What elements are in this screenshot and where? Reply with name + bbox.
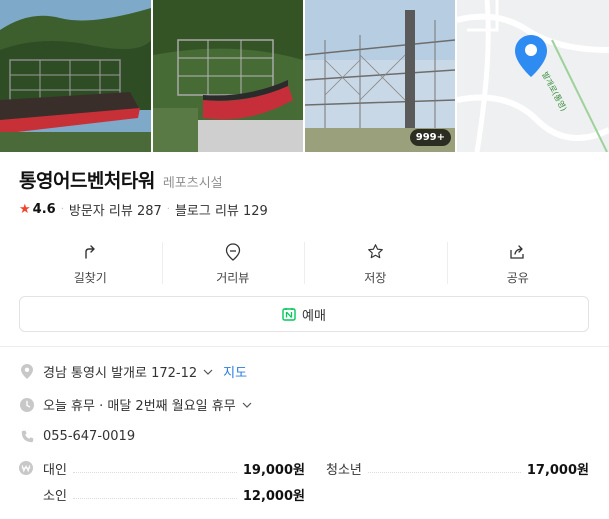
place-name: 통영어드벤처타워 (19, 170, 155, 192)
separator-dot: · (60, 204, 64, 215)
place-category: 레포츠시설 (162, 176, 223, 191)
save-label: 저장 (364, 270, 387, 285)
title-row: 통영어드벤처타워 레포츠시설 (19, 166, 223, 193)
photo-count-badge: 999+ (409, 129, 451, 146)
action-bar: 길찾기 거리뷰 저장 공유 (19, 234, 589, 292)
hours-row: 오늘 휴무 · 매달 2번째 월요일 휴무 (19, 395, 252, 414)
share-label: 공유 (506, 270, 529, 285)
photo-2[interactable] (153, 0, 303, 152)
price-item: 청소년 17,000원 (326, 459, 589, 478)
leader-dots (72, 491, 237, 499)
naver-calendar-icon (282, 307, 296, 321)
photo-1[interactable] (0, 0, 151, 152)
section-divider (0, 346, 609, 347)
price-value: 17,000원 (526, 463, 589, 478)
reserve-button[interactable]: 예매 (19, 296, 589, 332)
photo-3[interactable]: 999+ (305, 0, 455, 152)
chevron-down-icon[interactable] (242, 402, 252, 408)
star-rating-icon: ★ (19, 202, 31, 217)
address-row: 경남 통영시 발개로 172-12 지도 (19, 362, 247, 381)
star-icon (367, 241, 384, 263)
map-thumbnail[interactable]: 발개로(통영) (457, 0, 609, 152)
directions-icon (82, 241, 98, 263)
rating-value: 4.6 (32, 202, 56, 217)
photo-strip: 999+ 발개로(통영) (0, 0, 609, 152)
separator-dot: · (166, 204, 170, 215)
share-icon (509, 241, 526, 263)
directions-label: 길찾기 (73, 270, 107, 285)
price-value: 12,000원 (242, 489, 305, 504)
price-item: 대인 19,000원 (43, 459, 305, 478)
price-name: 청소년 (326, 463, 362, 478)
save-button[interactable]: 저장 (304, 234, 447, 292)
street-view-label: 거리뷰 (216, 270, 250, 285)
directions-button[interactable]: 길찾기 (19, 234, 162, 292)
street-view-button[interactable]: 거리뷰 (161, 234, 305, 292)
price-name: 소인 (43, 489, 67, 504)
clock-icon (19, 397, 35, 413)
price-value: 19,000원 (242, 463, 305, 478)
visitor-reviews-link[interactable]: 방문자 리뷰 287 (69, 200, 162, 219)
price-name: 대인 (43, 463, 67, 478)
phone-row: 055-647-0019 (19, 428, 135, 444)
leader-dots (367, 465, 521, 473)
map-pin-icon (515, 35, 547, 77)
location-pin-icon (19, 364, 35, 380)
address-text[interactable]: 경남 통영시 발개로 172-12 (43, 362, 197, 381)
phone-number[interactable]: 055-647-0019 (43, 429, 135, 444)
hours-text[interactable]: 오늘 휴무 · 매달 2번째 월요일 휴무 (43, 395, 236, 414)
reserve-label: 예매 (302, 308, 326, 324)
map-link[interactable]: 지도 (223, 362, 247, 381)
leader-dots (72, 465, 237, 473)
rating-row: ★ 4.6 · 방문자 리뷰 287 · 블로그 리뷰 129 (19, 200, 268, 219)
chevron-down-icon[interactable] (203, 369, 213, 375)
blog-reviews-link[interactable]: 블로그 리뷰 129 (175, 200, 268, 219)
share-button[interactable]: 공유 (446, 234, 590, 292)
price-item: 소인 12,000원 (43, 485, 305, 504)
phone-icon (19, 428, 35, 444)
street-view-icon (225, 241, 241, 263)
won-icon (19, 460, 33, 475)
